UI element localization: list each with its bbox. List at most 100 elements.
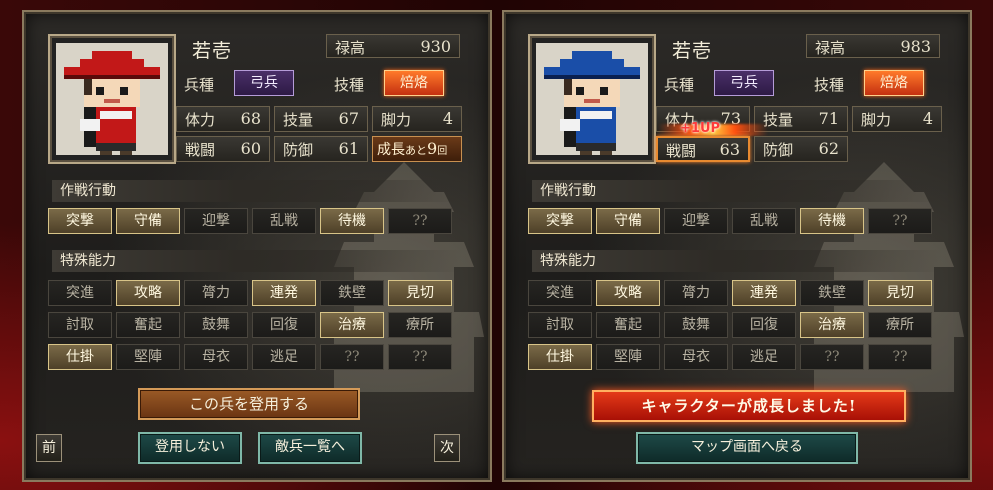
ability-toggle[interactable]: 堅陣 xyxy=(596,344,660,370)
growth-complete-banner: キャラクターが成長しました! xyxy=(592,390,906,422)
ability-toggle[interactable]: 討取 xyxy=(48,312,112,338)
skill-badge: 焙烙 xyxy=(384,70,444,96)
ability-toggle[interactable]: ?? xyxy=(320,344,384,370)
stat-atk-value: 60 xyxy=(240,139,261,158)
ability-toggle[interactable]: 鼓舞 xyxy=(184,312,248,338)
ability-toggle[interactable]: 見切 xyxy=(388,280,452,306)
ability-toggle[interactable]: 討取 xyxy=(528,312,592,338)
growth-count: 9 xyxy=(427,139,438,158)
ability-toggle[interactable]: 堅陣 xyxy=(116,344,180,370)
ability-toggle[interactable]: 膂力 xyxy=(664,280,728,306)
salary-box: 禄高 983 xyxy=(806,34,940,58)
stat-leg-value: 4 xyxy=(442,109,453,128)
next-button[interactable]: 次 xyxy=(434,434,460,462)
unit-type-label: 兵種 xyxy=(664,76,695,94)
ability-toggle[interactable]: 仕掛 xyxy=(528,344,592,370)
unit-portrait xyxy=(48,34,176,164)
ability-toggle[interactable]: 奮起 xyxy=(116,312,180,338)
ability-toggle[interactable]: 療所 xyxy=(388,312,452,338)
ability-toggle[interactable]: 逃足 xyxy=(732,344,796,370)
stat-tech-label: 技量 xyxy=(283,111,314,129)
salary-value: 930 xyxy=(420,37,451,56)
levelup-indicator: +1UP xyxy=(680,121,721,136)
ability-toggle[interactable]: 攻略 xyxy=(596,280,660,306)
ability-toggle[interactable]: 回復 xyxy=(252,312,316,338)
stat-def-value: 62 xyxy=(818,139,839,158)
stat-atk: 戦闘 63 xyxy=(656,136,750,162)
tactic-toggle[interactable]: 突撃 xyxy=(48,208,112,234)
ability-toggle[interactable]: 連発 xyxy=(252,280,316,306)
ability-toggle[interactable]: 奮起 xyxy=(596,312,660,338)
stat-atk-label: 戦闘 xyxy=(185,141,216,159)
growth-small: あと xyxy=(405,144,427,157)
unit-name: 若壱 xyxy=(672,40,713,62)
salary-label: 禄高 xyxy=(815,39,846,57)
ability-toggle[interactable]: 突進 xyxy=(528,280,592,306)
ability-toggle[interactable]: 鉄壁 xyxy=(320,280,384,306)
stat-leg: 脚力 4 xyxy=(372,106,462,132)
tactic-toggle[interactable]: 待機 xyxy=(320,208,384,234)
salary-value: 983 xyxy=(900,37,931,56)
stat-tech: 技量 71 xyxy=(754,106,848,132)
tactic-toggle[interactable]: 待機 xyxy=(800,208,864,234)
ability-toggle[interactable]: 治療 xyxy=(800,312,864,338)
ability-toggle[interactable]: 母衣 xyxy=(664,344,728,370)
ability-toggle[interactable]: 鼓舞 xyxy=(664,312,728,338)
tactics-section-title: 作戦行動 xyxy=(52,180,462,202)
stat-tech-value: 71 xyxy=(818,109,839,128)
soldier-sprite xyxy=(536,43,648,155)
tactic-toggle[interactable]: ?? xyxy=(868,208,932,234)
recruit-panel: 若壱 禄高 930 兵種 弓兵 技種 焙烙 体力 68 技量 67 脚力 4 戦… xyxy=(22,10,492,482)
abilities-section-title: 特殊能力 xyxy=(52,250,462,272)
prev-button[interactable]: 前 xyxy=(36,434,62,462)
growth-prefix: 成長 xyxy=(377,142,405,158)
skill-label: 技種 xyxy=(814,76,845,94)
tactic-toggle[interactable]: ?? xyxy=(388,208,452,234)
stat-hp-label: 体力 xyxy=(185,111,216,129)
stat-hp: 体力 68 xyxy=(176,106,270,132)
skill-badge: 焙烙 xyxy=(864,70,924,96)
ability-toggle[interactable]: 鉄壁 xyxy=(800,280,864,306)
return-to-map-button[interactable]: マップ画面へ戻る xyxy=(636,432,858,464)
ability-toggle[interactable]: ?? xyxy=(388,344,452,370)
tactic-toggle[interactable]: 突撃 xyxy=(528,208,592,234)
ability-toggle[interactable]: 膂力 xyxy=(184,280,248,306)
ability-toggle[interactable]: 仕掛 xyxy=(48,344,112,370)
abilities-section-title: 特殊能力 xyxy=(532,250,942,272)
enemy-list-button[interactable]: 敵兵一覧へ xyxy=(258,432,362,464)
tactic-toggle[interactable]: 守備 xyxy=(596,208,660,234)
tactic-toggle[interactable]: 迎撃 xyxy=(184,208,248,234)
tactics-section-title: 作戦行動 xyxy=(532,180,942,202)
ability-toggle[interactable]: ?? xyxy=(800,344,864,370)
ability-toggle[interactable]: 逃足 xyxy=(252,344,316,370)
tactic-toggle[interactable]: 守備 xyxy=(116,208,180,234)
stat-hp-value: 68 xyxy=(240,109,261,128)
stat-tech-value: 67 xyxy=(338,109,359,128)
ability-toggle[interactable]: 見切 xyxy=(868,280,932,306)
recruit-button[interactable]: この兵を登用する xyxy=(138,388,360,420)
ability-toggle[interactable]: 回復 xyxy=(732,312,796,338)
unit-name: 若壱 xyxy=(192,40,233,62)
ability-toggle[interactable]: ?? xyxy=(868,344,932,370)
decline-button[interactable]: 登用しない xyxy=(138,432,242,464)
ability-toggle[interactable]: 攻略 xyxy=(116,280,180,306)
growth-remaining-badge: 成長あと9回 xyxy=(372,136,462,162)
tactic-toggle[interactable]: 乱戦 xyxy=(252,208,316,234)
ability-toggle[interactable]: 療所 xyxy=(868,312,932,338)
ability-toggle[interactable]: 連発 xyxy=(732,280,796,306)
soldier-sprite xyxy=(56,43,168,155)
ability-toggle[interactable]: 治療 xyxy=(320,312,384,338)
tactic-toggle[interactable]: 迎撃 xyxy=(664,208,728,234)
growth-suffix: 回 xyxy=(437,146,448,157)
salary-box: 禄高 930 xyxy=(326,34,460,58)
stat-def: 防御 62 xyxy=(754,136,848,162)
ability-toggle[interactable]: 突進 xyxy=(48,280,112,306)
stat-leg-value: 4 xyxy=(922,109,933,128)
ability-toggle[interactable]: 母衣 xyxy=(184,344,248,370)
tactic-toggle[interactable]: 乱戦 xyxy=(732,208,796,234)
unit-portrait xyxy=(528,34,656,164)
skill-label: 技種 xyxy=(334,76,365,94)
stat-atk-label: 戦闘 xyxy=(666,142,697,160)
unit-type-badge: 弓兵 xyxy=(714,70,774,96)
stat-leg-label: 脚力 xyxy=(381,111,412,129)
